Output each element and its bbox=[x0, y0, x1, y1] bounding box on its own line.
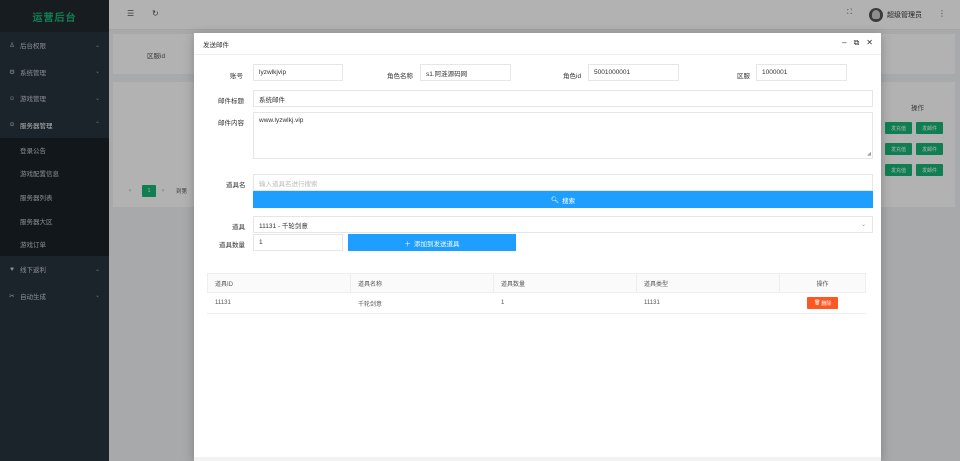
chevron-down-icon: ⌄ bbox=[860, 222, 866, 228]
mail-title-field[interactable]: 系统邮件 bbox=[253, 90, 873, 107]
col-header-name: 道具名称 bbox=[350, 273, 494, 293]
delete-button-label: 删除 bbox=[821, 300, 832, 307]
table-header-row: 道具ID 道具名称 道具数量 道具类型 操作 bbox=[207, 273, 866, 293]
col-header-type: 道具类型 bbox=[636, 273, 780, 293]
search-button[interactable]: 🔍︎ 搜索 bbox=[253, 191, 873, 208]
delete-button[interactable]: 🗑︎ 删除 bbox=[807, 297, 839, 309]
item-select-value: 11131 - 千轮剑意 bbox=[259, 222, 308, 230]
maximize-icon[interactable]: ⧉ bbox=[854, 38, 860, 48]
mail-content-text: www.lyzwlkj.vip bbox=[259, 117, 304, 124]
trash-icon: 🗑︎ bbox=[814, 300, 821, 306]
quantity-label: 道具数量 bbox=[219, 242, 245, 249]
plus-icon: ＋ bbox=[404, 240, 412, 248]
item-search-input[interactable]: 输入道具名进行搜索 bbox=[253, 174, 873, 191]
role-name-field[interactable]: s1.阿涟源码网 bbox=[420, 64, 511, 81]
quantity-field[interactable]: 1 bbox=[253, 234, 343, 251]
resize-grip-icon[interactable]: ◢ bbox=[867, 151, 871, 157]
search-icon: 🔍︎ bbox=[550, 196, 560, 204]
close-icon[interactable]: ✕ bbox=[866, 38, 873, 48]
mail-content-label: 邮件内容 bbox=[218, 120, 244, 127]
zone-label: 区服 bbox=[737, 73, 750, 80]
role-id-label: 角色id bbox=[563, 73, 582, 80]
cell-type: 11131 bbox=[636, 292, 780, 314]
role-id-field[interactable]: 5001000001 bbox=[588, 64, 679, 81]
col-header-op: 操作 bbox=[779, 273, 866, 293]
send-mail-dialog: 发送邮件 – ⧉ ✕ 账号 lyzwlkjvip 角色名称 s1.阿涟源码网 角… bbox=[194, 33, 881, 461]
role-name-label: 角色名称 bbox=[387, 73, 413, 80]
cell-qty: 1 bbox=[493, 292, 637, 314]
dialog-footer bbox=[194, 457, 881, 461]
add-item-button-label: 添加到发送道具 bbox=[414, 240, 460, 248]
mail-title-label: 邮件标题 bbox=[218, 98, 244, 105]
cell-id: 11131 bbox=[207, 292, 351, 314]
account-label: 账号 bbox=[230, 73, 243, 80]
col-header-qty: 道具数量 bbox=[493, 273, 637, 293]
item-name-label: 道具名 bbox=[226, 182, 246, 189]
col-header-id: 道具ID bbox=[207, 273, 351, 293]
items-table: 道具ID 道具名称 道具数量 道具类型 操作 11131 千轮剑意 1 1113… bbox=[207, 273, 866, 314]
minimize-icon[interactable]: – bbox=[842, 38, 846, 48]
zone-field[interactable]: 1000001 bbox=[756, 64, 847, 81]
cell-name: 千轮剑意 bbox=[350, 292, 494, 314]
item-select[interactable]: 11131 - 千轮剑意 ⌄ bbox=[253, 216, 873, 233]
mail-content-textarea[interactable]: www.lyzwlkj.vip ◢ bbox=[253, 112, 873, 159]
dialog-controls: – ⧉ ✕ bbox=[842, 38, 873, 48]
table-row: 11131 千轮剑意 1 11131 🗑︎ 删除 bbox=[207, 292, 866, 314]
search-button-label: 搜索 bbox=[562, 197, 576, 205]
item-label: 道具 bbox=[232, 224, 245, 231]
cell-op: 🗑︎ 删除 bbox=[779, 292, 866, 314]
add-item-button[interactable]: ＋ 添加到发送道具 bbox=[348, 234, 516, 251]
account-field[interactable]: lyzwlkjvip bbox=[253, 64, 343, 81]
dialog-title: 发送邮件 bbox=[194, 33, 881, 55]
